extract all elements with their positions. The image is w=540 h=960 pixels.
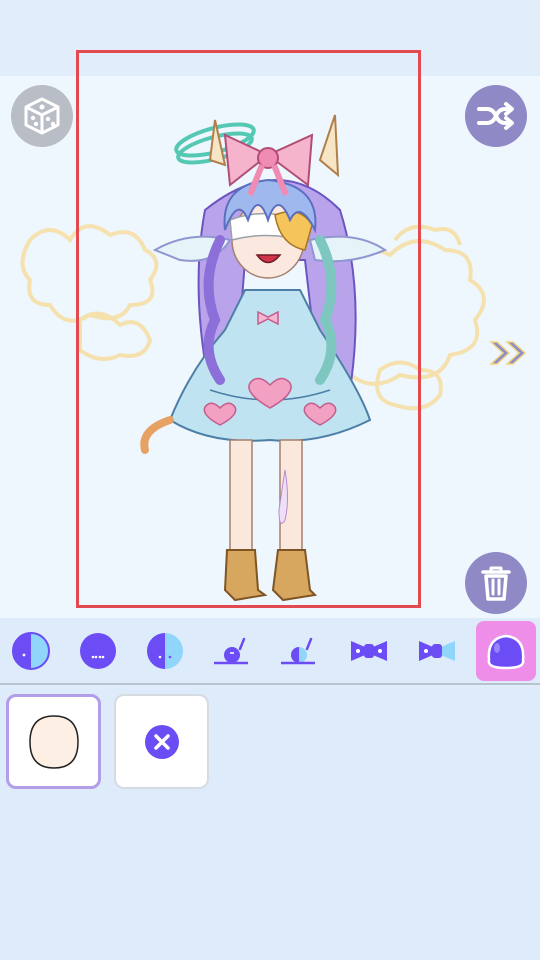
category-bow-half[interactable] — [408, 622, 466, 680]
blush-blob-icon — [487, 634, 525, 670]
face-half-blue-icon — [147, 633, 183, 669]
category-bar — [0, 618, 540, 685]
bow-icon — [351, 641, 387, 661]
shuffle-icon — [477, 102, 514, 130]
next-page-button[interactable] — [486, 330, 532, 376]
eye-brow-half-icon — [281, 637, 315, 665]
category-blush-blob[interactable] — [476, 621, 536, 681]
trash-icon — [481, 566, 511, 601]
face-half-icon — [12, 632, 50, 670]
skin-face-icon — [28, 714, 79, 769]
face-dots-icon — [80, 633, 116, 669]
category-bow[interactable] — [340, 622, 398, 680]
category-eye-brow-half[interactable] — [270, 622, 328, 680]
double-chevron-right-icon — [489, 341, 527, 365]
delete-button[interactable] — [465, 552, 527, 614]
remove-x-icon — [144, 724, 179, 759]
category-face-half-blue[interactable] — [136, 622, 194, 680]
items-panel — [0, 687, 540, 960]
selection-frame — [76, 50, 421, 608]
item-remove[interactable] — [114, 694, 209, 789]
bow-half-icon — [419, 641, 455, 661]
category-face-half[interactable] — [2, 622, 60, 680]
category-eye-brow[interactable] — [203, 622, 261, 680]
random-dice-button[interactable] — [11, 85, 73, 147]
dice-icon — [24, 97, 60, 135]
eye-brow-icon — [214, 637, 248, 665]
item-skin-face[interactable] — [6, 694, 101, 789]
category-face-dots[interactable] — [69, 622, 127, 680]
shuffle-button[interactable] — [465, 85, 527, 147]
